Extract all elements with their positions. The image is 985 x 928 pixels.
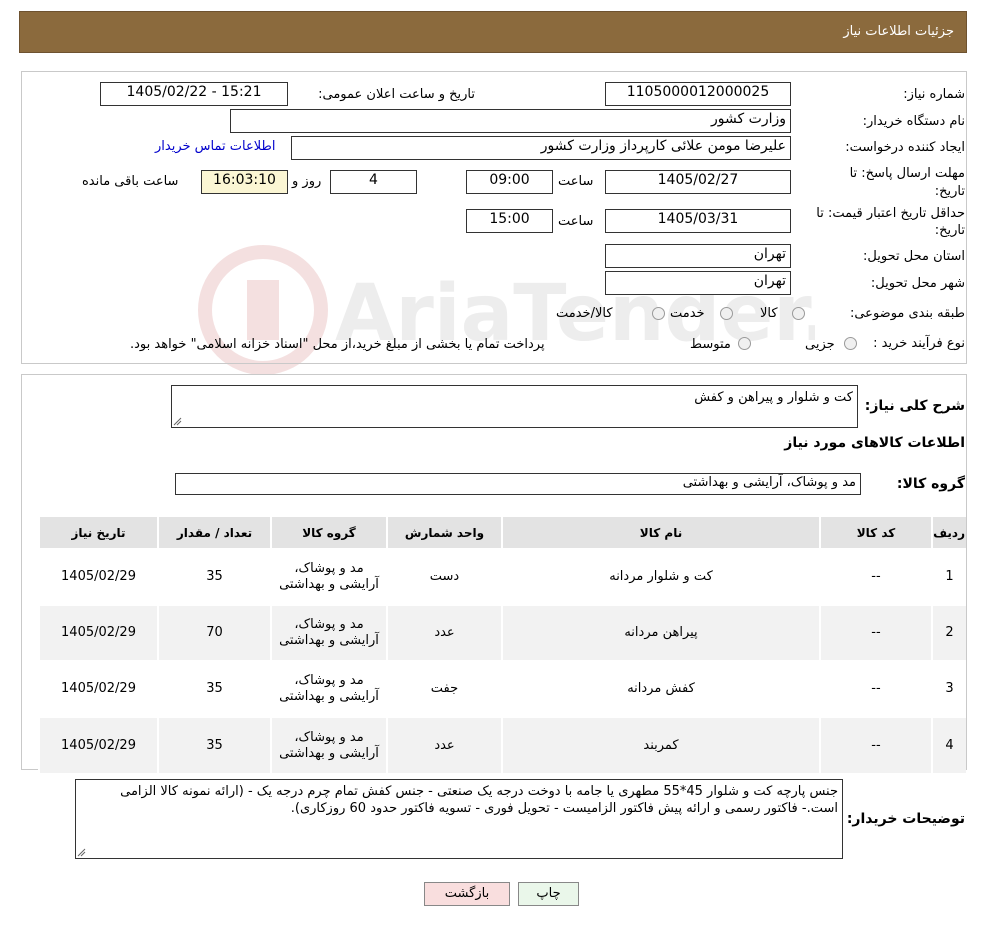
remaining-label: ساعت باقی مانده	[82, 174, 179, 189]
cell-qty: 35	[157, 548, 271, 605]
creator-label: ایجاد کننده درخواست:	[845, 140, 965, 155]
announce-field: 1405/02/22 - 15:21	[100, 82, 288, 106]
process-note: پرداخت تمام یا بخشی از مبلغ خرید،از محل …	[130, 337, 545, 352]
cell-name: پیراهن مردانه	[501, 604, 820, 661]
cell-unit: جفت	[386, 660, 502, 717]
cell-row: 4	[931, 716, 966, 773]
cell-name: کت و شلوار مردانه	[501, 548, 820, 605]
cell-row: 1	[931, 548, 966, 605]
col-name-header: نام کالا	[501, 517, 820, 549]
cell-date: 1405/02/29	[38, 716, 158, 773]
category-service-radio[interactable]	[720, 307, 733, 320]
process-label: نوع فرآیند خرید :	[873, 336, 965, 351]
back-button[interactable]: بازگشت	[424, 882, 510, 906]
category-goods-radio[interactable]	[792, 307, 805, 320]
resize-handle-icon[interactable]	[173, 417, 182, 426]
validity-label: حداقل تاریخ اعتبار قیمت: تا	[816, 206, 965, 221]
category-goods-label: کالا	[760, 306, 778, 321]
cell-unit: عدد	[386, 604, 502, 661]
summary-field[interactable]: کت و شلوار و پیراهن و کفش	[171, 385, 858, 428]
need-number-field: 1105000012000025	[605, 82, 791, 106]
col-qty-header: تعداد / مقدار	[157, 517, 271, 549]
print-button[interactable]: چاپ	[518, 882, 579, 906]
notes-label: توضیحات خریدار:	[846, 811, 965, 827]
days-field: 4	[330, 170, 417, 194]
category-goods-service-label: کالا/خدمت	[556, 306, 613, 321]
page-header: جزئیات اطلاعات نیاز	[19, 11, 967, 53]
col-code-header: کد کالا	[819, 517, 932, 549]
page-title: جزئیات اطلاعات نیاز	[843, 24, 954, 39]
notes-resize-handle-icon[interactable]	[77, 848, 86, 857]
validity-time-field: 15:00	[466, 209, 553, 233]
validity-label-2: تاریخ:	[934, 223, 965, 238]
process-medium-label: متوسط	[690, 337, 731, 352]
table-row: 2 -- پیراهن مردانه عدد مد و پوشاک، آرایش…	[38, 604, 966, 661]
announce-label: تاریخ و ساعت اعلان عمومی:	[318, 87, 475, 102]
province-label: استان محل تحویل:	[863, 249, 965, 264]
city-field: تهران	[605, 271, 791, 295]
city-label: شهر محل تحویل:	[870, 276, 965, 291]
cell-date: 1405/02/29	[38, 660, 158, 717]
province-field: تهران	[605, 244, 791, 268]
process-minor-radio[interactable]	[844, 337, 857, 350]
cell-row: 2	[931, 604, 966, 661]
cell-group: مد و پوشاک، آرایشی و بهداشتی	[270, 660, 387, 717]
table-row: 4 -- کمربند عدد مد و پوشاک، آرایشی و بهد…	[38, 716, 966, 773]
items-table: ردیف کد کالا نام کالا واحد شمارش گروه کا…	[38, 517, 966, 773]
deadline-label-2: تاریخ:	[934, 184, 965, 199]
cell-name: کفش مردانه	[501, 660, 820, 717]
category-service-label: خدمت	[670, 306, 705, 321]
cell-date: 1405/02/29	[38, 548, 158, 605]
cell-qty: 35	[157, 660, 271, 717]
deadline-date-field: 1405/02/27	[605, 170, 791, 194]
cell-group: مد و پوشاک، آرایشی و بهداشتی	[270, 604, 387, 661]
cell-code: --	[819, 660, 932, 717]
category-label: طبقه بندی موضوعی:	[849, 306, 965, 321]
notes-field[interactable]: جنس پارچه کت و شلوار 45*55 مطهری یا جامه…	[75, 779, 843, 859]
deadline-time-label: ساعت	[558, 174, 594, 189]
cell-name: کمربند	[501, 716, 820, 773]
cell-group: مد و پوشاک، آرایشی و بهداشتی	[270, 716, 387, 773]
table-header-row: ردیف کد کالا نام کالا واحد شمارش گروه کا…	[38, 517, 966, 549]
buyer-org-label: نام دستگاه خریدار:	[862, 114, 965, 129]
table-row: 3 -- کفش مردانه جفت مد و پوشاک، آرایشی و…	[38, 660, 966, 717]
deadline-time-field: 09:00	[466, 170, 553, 194]
process-minor-label: جزیی	[805, 337, 835, 352]
col-unit-header: واحد شمارش	[386, 517, 502, 549]
cell-unit: عدد	[386, 716, 502, 773]
validity-date-field: 1405/03/31	[605, 209, 791, 233]
cell-row: 3	[931, 660, 966, 717]
cell-unit: دست	[386, 548, 502, 605]
group-label: گروه کالا:	[896, 476, 965, 492]
creator-field: علیرضا مومن علائی کارپرداز وزارت کشور	[291, 136, 791, 160]
group-field: مد و پوشاک، آرایشی و بهداشتی	[175, 473, 861, 495]
cell-group: مد و پوشاک، آرایشی و بهداشتی	[270, 548, 387, 605]
col-date-header: تاریخ نیاز	[38, 517, 158, 549]
need-number-label: شماره نیاز:	[903, 87, 965, 102]
table-row: 1 -- کت و شلوار مردانه دست مد و پوشاک، آ…	[38, 548, 966, 605]
buyer-org-field: وزارت کشور	[230, 109, 791, 133]
col-group-header: گروه کالا	[270, 517, 387, 549]
cell-date: 1405/02/29	[38, 604, 158, 661]
days-label: روز و	[292, 174, 322, 189]
col-row-header: ردیف	[931, 517, 966, 549]
cell-code: --	[819, 548, 932, 605]
process-medium-radio[interactable]	[738, 337, 751, 350]
cell-qty: 35	[157, 716, 271, 773]
deadline-label: مهلت ارسال پاسخ: تا	[849, 166, 965, 181]
cell-code: --	[819, 716, 932, 773]
goods-info-title: اطلاعات کالاهای مورد نیاز	[784, 435, 965, 451]
validity-time-label: ساعت	[558, 214, 594, 229]
cell-qty: 70	[157, 604, 271, 661]
remaining-time-field: 16:03:10	[201, 170, 288, 194]
category-goods-service-radio[interactable]	[652, 307, 665, 320]
buyer-contact-link[interactable]: اطلاعات تماس خریدار	[155, 139, 275, 154]
summary-label: شرح کلی نیاز:	[864, 398, 965, 414]
cell-code: --	[819, 604, 932, 661]
